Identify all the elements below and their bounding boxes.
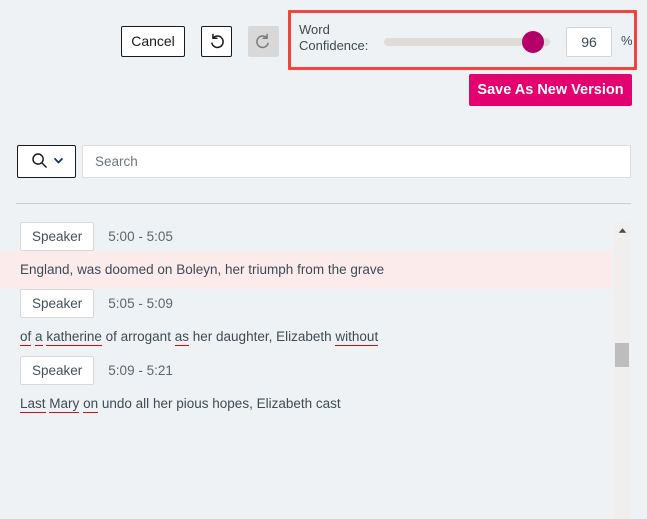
undo-arrow-icon bbox=[207, 31, 226, 53]
segment-timecode: 5:09 - 5:21 bbox=[108, 363, 173, 378]
transcript-list[interactable]: Speaker 5:00 - 5:05 England, was doomed on… bbox=[0, 222, 612, 519]
editor-toolbar: Cancel Word Confidence: 96 % Save As New… bbox=[0, 0, 647, 120]
low-confidence-word[interactable]: Mary bbox=[49, 396, 80, 413]
segment-header: Speaker 5:09 - 5:21 bbox=[0, 356, 612, 385]
redo-button[interactable] bbox=[248, 26, 279, 57]
transcript-word[interactable]: her bbox=[225, 262, 245, 277]
segment-text[interactable]: England, was doomed on Boleyn, her trium… bbox=[0, 251, 612, 289]
transcript-segment: Speaker 5:09 - 5:21 Last Mary on undo all … bbox=[0, 356, 612, 423]
transcript-word[interactable]: of bbox=[106, 329, 117, 344]
segment-text[interactable]: Last Mary on undo all her pious hopes, E… bbox=[0, 385, 612, 423]
low-confidence-word[interactable]: as bbox=[174, 329, 189, 346]
chevron-down-icon bbox=[53, 154, 64, 169]
low-confidence-word[interactable]: on bbox=[83, 396, 99, 413]
scrollbar-up-arrow-button[interactable] bbox=[614, 222, 630, 238]
transcript-word[interactable]: from bbox=[297, 262, 324, 277]
transcript-word[interactable]: all bbox=[136, 396, 150, 411]
word-confidence-slider-thumb[interactable] bbox=[522, 31, 545, 53]
word-confidence-label: Word Confidence: bbox=[299, 22, 379, 54]
percent-sign-label: % bbox=[621, 33, 633, 48]
transcript-word[interactable]: cast bbox=[316, 396, 341, 411]
low-confidence-word[interactable]: of bbox=[20, 329, 32, 346]
transcript-word[interactable]: her bbox=[193, 329, 213, 344]
transcript-word[interactable]: on bbox=[157, 262, 172, 277]
word-confidence-label-line2: Confidence: bbox=[299, 38, 369, 53]
segment-header: Speaker 5:05 - 5:09 bbox=[0, 289, 612, 318]
cancel-button[interactable]: Cancel bbox=[121, 26, 185, 57]
word-confidence-slider[interactable] bbox=[384, 31, 550, 53]
transcript-word[interactable]: doomed bbox=[105, 262, 154, 277]
segment-header: Speaker 5:00 - 5:05 bbox=[0, 222, 612, 251]
transcript-word[interactable]: undo bbox=[102, 396, 132, 411]
search-type-dropdown-button[interactable] bbox=[17, 145, 76, 178]
transcript-word[interactable]: her bbox=[153, 396, 173, 411]
transcript-word[interactable]: arrogant bbox=[121, 329, 171, 344]
caret-up-icon bbox=[618, 221, 627, 239]
redo-arrow-icon bbox=[254, 31, 273, 53]
transcript-word[interactable]: England, bbox=[20, 262, 73, 277]
speaker-button[interactable]: Speaker bbox=[20, 289, 95, 318]
undo-button[interactable] bbox=[201, 26, 232, 57]
transcript-word[interactable]: the bbox=[328, 262, 347, 277]
segment-text[interactable]: of a katherine of arrogant as her daught… bbox=[0, 318, 612, 356]
transcript-word[interactable]: hopes, bbox=[212, 396, 253, 411]
transcript-word[interactable]: triumph bbox=[248, 262, 293, 277]
transcript-scrollbar[interactable] bbox=[614, 222, 630, 519]
transcript-word[interactable]: Elizabeth bbox=[276, 329, 332, 344]
transcript-word[interactable]: was bbox=[77, 262, 101, 277]
transcript-editor-app: Cancel Word Confidence: 96 % Save As New… bbox=[0, 0, 647, 519]
transcript-word[interactable]: daughter, bbox=[216, 329, 272, 344]
word-confidence-label-line1: Word bbox=[299, 22, 330, 37]
segment-timecode: 5:05 - 5:09 bbox=[108, 296, 173, 311]
transcript-word[interactable]: Elizabeth bbox=[257, 396, 313, 411]
segment-timecode: 5:00 - 5:05 bbox=[108, 229, 173, 244]
transcript-word[interactable]: pious bbox=[176, 396, 208, 411]
toolbar-divider bbox=[16, 203, 631, 204]
search-magnifier-icon bbox=[30, 151, 49, 173]
transcript-segment: Speaker 5:00 - 5:05 England, was doomed on… bbox=[0, 222, 612, 289]
low-confidence-word[interactable]: without bbox=[335, 329, 379, 346]
save-as-new-version-button[interactable]: Save As New Version bbox=[469, 74, 632, 106]
low-confidence-word[interactable]: a bbox=[35, 329, 43, 346]
low-confidence-word[interactable]: katherine bbox=[46, 329, 102, 346]
scrollbar-thumb[interactable] bbox=[615, 343, 629, 368]
speaker-button[interactable]: Speaker bbox=[20, 222, 95, 251]
low-confidence-word[interactable]: Last bbox=[20, 396, 46, 413]
speaker-button[interactable]: Speaker bbox=[20, 356, 95, 385]
transcript-segment: Speaker 5:05 - 5:09 of a katherine of arro… bbox=[0, 289, 612, 356]
word-confidence-input[interactable] bbox=[566, 27, 612, 57]
search-input[interactable] bbox=[82, 145, 631, 178]
word-confidence-control: Word Confidence: % bbox=[288, 10, 637, 70]
transcript-word[interactable]: grave bbox=[350, 262, 384, 277]
transcript-word[interactable]: Boleyn, bbox=[176, 262, 221, 277]
